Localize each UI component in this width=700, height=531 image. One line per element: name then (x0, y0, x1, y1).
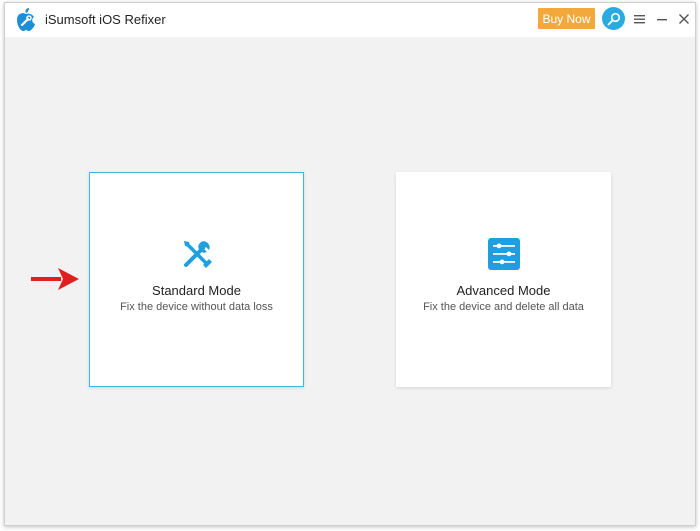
buy-now-button[interactable]: Buy Now (538, 8, 595, 29)
minimize-button[interactable] (652, 9, 672, 29)
advanced-mode-description: Fix the device and delete all data (423, 301, 584, 313)
advanced-mode-card[interactable]: Advanced Mode Fix the device and delete … (396, 172, 611, 387)
key-search-icon (607, 12, 620, 25)
standard-mode-title: Standard Mode (152, 283, 241, 298)
menu-button[interactable] (629, 9, 649, 29)
standard-mode-description: Fix the device without data loss (120, 301, 273, 313)
app-window: iSumsoft iOS Refixer Buy Now Standard Mo… (4, 2, 696, 526)
red-arrow-icon (31, 268, 79, 290)
search-button[interactable] (602, 7, 625, 30)
tools-icon (183, 241, 212, 268)
advanced-mode-title: Advanced Mode (456, 283, 551, 298)
app-title: iSumsoft iOS Refixer (45, 12, 166, 27)
title-bar: iSumsoft iOS Refixer Buy Now (5, 3, 695, 37)
minimize-icon (657, 19, 667, 21)
close-icon (679, 14, 689, 24)
standard-mode-card[interactable]: Standard Mode Fix the device without dat… (89, 172, 304, 387)
close-button[interactable] (674, 9, 694, 29)
app-logo-icon (17, 8, 35, 31)
sliders-icon (487, 238, 520, 270)
menu-icon (633, 15, 645, 24)
